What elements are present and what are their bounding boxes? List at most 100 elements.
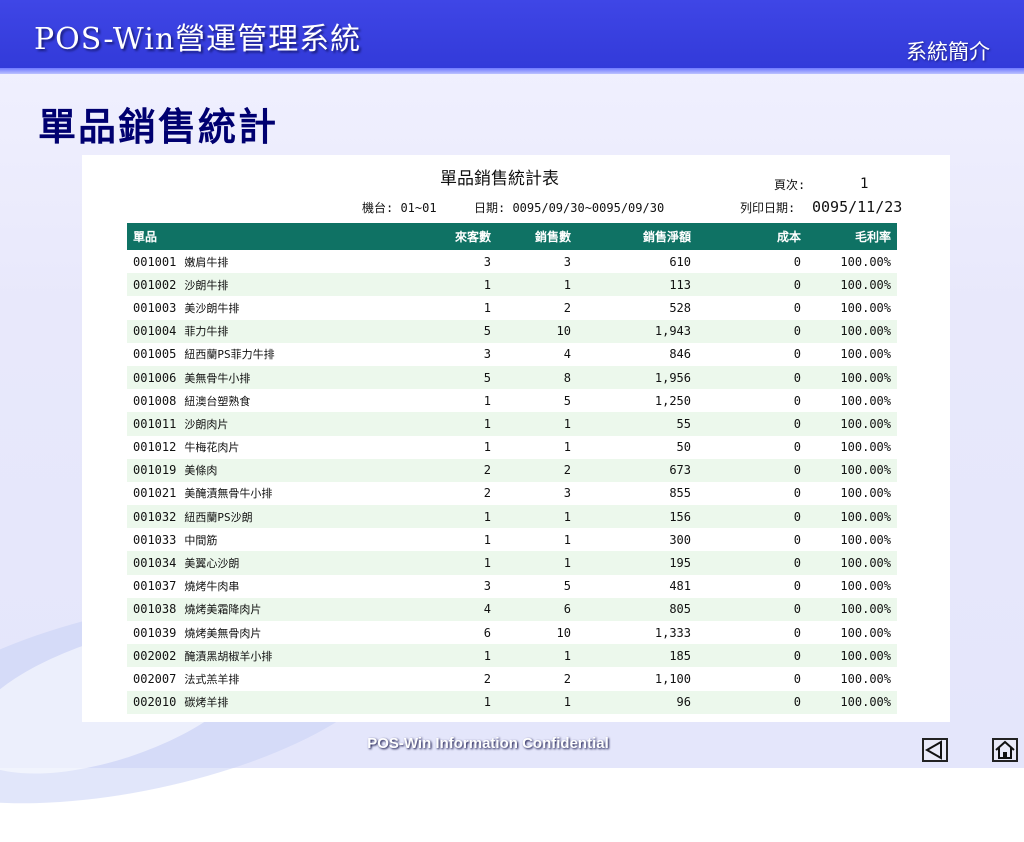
item-code: 001001 — [133, 254, 177, 269]
cell-guests: 1 — [417, 505, 497, 529]
table-row: 002002 醃漬黑胡椒羊小排 1 1 185 0 100.00% — [127, 644, 897, 668]
item-name: 沙朗肉片 — [184, 417, 229, 431]
cell-margin: 100.00% — [840, 440, 891, 455]
cell-cost: 0 — [697, 597, 807, 621]
item-name: 沙朗牛排 — [184, 278, 229, 292]
cell-net-sales: 528 — [669, 300, 691, 315]
item-code: 001012 — [133, 440, 177, 455]
cell-cost: 0 — [793, 347, 801, 362]
cell-item: 001037 燒烤牛肉串 — [127, 575, 417, 598]
cell-net-sales: 481 — [669, 579, 691, 594]
column-header-net-sales: 銷售淨額 — [577, 223, 697, 250]
cell-item: 002007 法式羔羊排 — [127, 667, 417, 690]
cell-quantity: 1 — [563, 440, 571, 455]
cell-net-sales: 300 — [669, 532, 691, 547]
cell-margin: 100.00% — [807, 319, 897, 343]
home-button[interactable] — [992, 738, 1018, 762]
cell-item: 001012 牛梅花肉片 — [127, 436, 417, 459]
cell-net-sales: 96 — [577, 690, 697, 714]
cell-guests: 1 — [417, 690, 497, 714]
sales-table: 單品 來客數 銷售數 銷售淨額 成本 毛利率 001001 嫩肩牛排 3 3 610 0 1… — [127, 223, 897, 714]
table-row: 002007 法式羔羊排 2 2 1,100 0 100.00% — [127, 667, 897, 690]
column-header-item: 單品 — [127, 223, 417, 250]
item-name: 中間筋 — [184, 533, 218, 547]
cell-cost: 0 — [793, 254, 801, 269]
cell-cost: 0 — [697, 412, 807, 436]
cell-net-sales: 1,333 — [654, 625, 691, 640]
table-row: 002010 碳烤羊排 1 1 96 0 100.00% — [127, 690, 897, 714]
column-header-cost: 成本 — [697, 223, 807, 250]
cell-guests: 1 — [417, 412, 497, 436]
cell-quantity: 1 — [497, 505, 577, 529]
item-name: 燒烤美無骨肉片 — [184, 626, 262, 640]
date-range: 日期: 0095/09/30~0095/09/30 — [474, 201, 665, 215]
table-row: 001012 牛梅花肉片 1 1 50 0 100.00% — [127, 436, 897, 459]
item-code: 002010 — [133, 695, 177, 710]
cell-margin: 100.00% — [807, 505, 897, 529]
cell-guests: 1 — [417, 551, 497, 575]
cell-quantity: 5 — [563, 579, 571, 594]
column-header-margin: 毛利率 — [807, 223, 897, 250]
cell-cost: 0 — [793, 579, 801, 594]
cell-margin: 100.00% — [840, 486, 891, 501]
table-row: 001011 沙朗肉片 1 1 55 0 100.00% — [127, 412, 897, 436]
cell-item: 001004 菲力牛排 — [127, 319, 417, 343]
cell-margin: 100.00% — [807, 690, 897, 714]
cell-quantity: 1 — [497, 412, 577, 436]
cell-net-sales: 156 — [577, 505, 697, 529]
cell-item: 001011 沙朗肉片 — [127, 412, 417, 436]
item-code: 001011 — [133, 416, 177, 431]
cell-margin: 100.00% — [807, 273, 897, 297]
cell-margin: 100.00% — [840, 393, 891, 408]
cell-margin: 100.00% — [840, 532, 891, 547]
cell-item: 001038 燒烤美霜降肉片 — [127, 597, 417, 621]
cell-item: 001008 紐澳台塑熟食 — [127, 389, 417, 412]
item-name: 法式羔羊排 — [184, 672, 240, 686]
cell-cost: 0 — [697, 319, 807, 343]
table-header-row: 單品 來客數 銷售數 銷售淨額 成本 毛利率 — [127, 223, 897, 250]
cell-guests: 3 — [483, 579, 491, 594]
table-row: 001002 沙朗牛排 1 1 113 0 100.00% — [127, 273, 897, 297]
app-title: POS-Win營運管理系統 — [34, 22, 362, 57]
cell-item: 001039 燒烤美無骨肉片 — [127, 621, 417, 644]
cell-cost: 0 — [697, 644, 807, 668]
table-row: 001001 嫩肩牛排 3 3 610 0 100.00% — [127, 250, 897, 273]
cell-margin: 100.00% — [807, 458, 897, 482]
table-row: 001005 紐西蘭PS菲力牛排 3 4 846 0 100.00% — [127, 343, 897, 366]
cell-quantity: 2 — [497, 458, 577, 482]
cell-quantity: 5 — [563, 393, 571, 408]
cell-quantity: 8 — [497, 365, 577, 390]
cell-margin: 100.00% — [840, 625, 891, 640]
table-row: 001039 燒烤美無骨肉片 6 10 1,333 0 100.00% — [127, 621, 897, 644]
cell-cost: 0 — [697, 551, 807, 575]
cell-item: 001001 嫩肩牛排 — [127, 250, 417, 273]
previous-slide-button[interactable] — [922, 738, 948, 762]
cell-item: 001034 美翼心沙朗 — [127, 551, 417, 575]
cell-quantity: 10 — [497, 319, 577, 343]
footer-confidential: POS-Win Information Confidential — [367, 735, 609, 752]
cell-net-sales: 855 — [669, 486, 691, 501]
cell-quantity: 1 — [563, 532, 571, 547]
cell-cost: 0 — [697, 365, 807, 390]
cell-net-sales: 1,943 — [577, 319, 697, 343]
cell-margin: 100.00% — [807, 597, 897, 621]
cell-guests: 2 — [417, 458, 497, 482]
cell-cost: 0 — [793, 486, 801, 501]
report-screenshot: 單品銷售統計表 頁次: 1 機台: 01~01 日期: 0095/09/30~0… — [82, 155, 950, 722]
cell-item: 001006 美無骨牛小排 — [127, 365, 417, 390]
print-date-value: 0095/11/23 — [812, 198, 903, 216]
cell-guests: 5 — [417, 319, 497, 343]
cell-cost: 0 — [697, 505, 807, 529]
cell-quantity: 3 — [563, 486, 571, 501]
cell-net-sales: 1,100 — [654, 671, 691, 686]
page-title: 單品銷售統計 — [38, 104, 279, 149]
cell-net-sales: 185 — [577, 644, 697, 668]
item-code: 001039 — [133, 625, 177, 640]
item-name: 嫩肩牛排 — [184, 255, 229, 269]
page-number-value: 1 — [860, 176, 869, 192]
cell-cost: 0 — [793, 300, 801, 315]
cell-item: 001019 美條肉 — [127, 458, 417, 482]
cell-net-sales: 113 — [577, 273, 697, 297]
cell-guests: 1 — [417, 644, 497, 668]
cell-margin: 100.00% — [807, 412, 897, 436]
